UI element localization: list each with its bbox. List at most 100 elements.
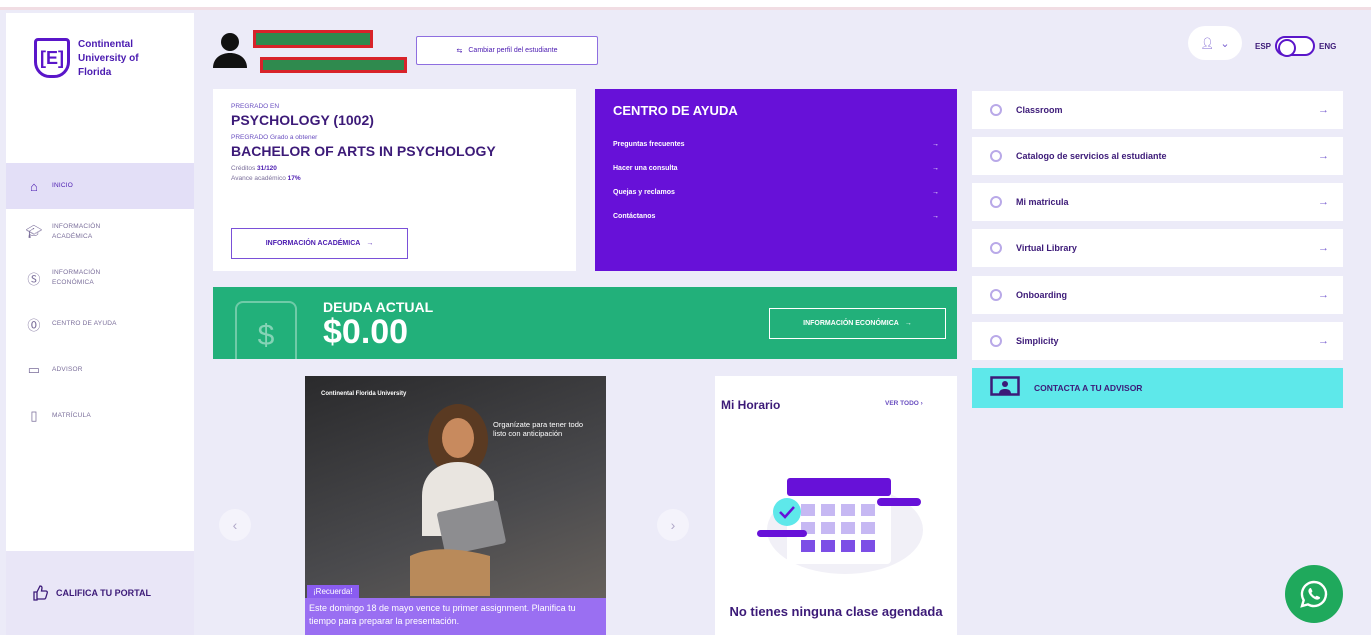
university-logo[interactable]: [E] Continental University of Florida <box>34 38 150 80</box>
help-link-query[interactable]: Hacer una consulta → <box>613 156 939 180</box>
help-center-card: CENTRO DE AYUDA Preguntas frecuentes → Ha… <box>595 89 957 271</box>
chevron-right-icon: › <box>920 400 923 407</box>
pregrado-label: PREGRADO EN <box>231 103 280 110</box>
redacted-name <box>253 30 373 48</box>
arrow-right-icon: → <box>932 164 939 172</box>
help-link-faq[interactable]: Preguntas frecuentes → <box>613 132 939 156</box>
sidebar-item-advisor[interactable]: ▭ ADVISOR <box>6 347 194 393</box>
link-label: Mi matricula <box>1016 197 1069 207</box>
link-simplicity[interactable]: Simplicity → <box>972 322 1343 360</box>
progress-label: Avance académico <box>231 175 286 182</box>
link-label: Classroom <box>1016 105 1063 115</box>
sidebar-item-label: INFORMACIÓN ECONÓMICA <box>52 269 101 286</box>
help-link-contact[interactable]: Contáctanos → <box>613 204 939 228</box>
switch-profile-label: Cambiar perfil del estudiante <box>468 47 558 54</box>
sidebar-item-matricula[interactable]: ▯ MATRÍCULA <box>6 393 194 439</box>
promo-banner[interactable]: Continental Florida University Organízat… <box>305 376 606 635</box>
arrow-right-icon: → <box>1318 150 1329 162</box>
swap-icon: ⇆ <box>456 47 463 55</box>
academic-info-button[interactable]: INFORMACIÓN ACADÉMICA → <box>231 228 408 259</box>
calendar-illustration <box>757 478 923 574</box>
whatsapp-chat-button[interactable] <box>1285 565 1343 623</box>
link-catalogo-servicios[interactable]: Catalogo de servicios al estudiante → <box>972 137 1343 175</box>
user-avatar-icon <box>213 33 247 68</box>
help-link-label: Preguntas frecuentes <box>613 140 685 148</box>
redacted-id <box>260 57 407 73</box>
program-card: PREGRADO EN PSYCHOLOGY (1002) PREGRADO G… <box>213 89 576 271</box>
debt-amount: $0.00 <box>323 313 409 351</box>
link-classroom[interactable]: Classroom → <box>972 91 1343 129</box>
language-switch: ESP ENG <box>1255 36 1337 57</box>
economic-info-label: INFORMACIÓN ECONÓMICA <box>803 320 899 327</box>
dollar-circle-icon: ⓢ <box>27 271 41 287</box>
help-link-label: Hacer una consulta <box>613 164 678 172</box>
globe-icon <box>990 335 1002 347</box>
progress-stat: Avance académico 17% <box>231 175 558 182</box>
sidebar-item-centro-de-ayuda[interactable]: ⓪ CENTRO DE AYUDA <box>6 301 194 347</box>
carousel-prev-button[interactable]: ‹ <box>219 509 251 541</box>
link-label: Catalogo de servicios al estudiante <box>1016 151 1167 161</box>
schedule-title: Mi Horario <box>721 398 781 412</box>
arrow-right-icon: → <box>1318 104 1329 116</box>
question-circle-icon: ⓪ <box>27 317 41 333</box>
view-all-label: VER TODO <box>885 400 919 407</box>
chevron-left-icon: ‹ <box>232 517 238 533</box>
arrow-right-icon: → <box>932 188 939 196</box>
view-all-link[interactable]: VER TODO › <box>885 400 923 407</box>
sidebar-item-label: CENTRO DE AYUDA <box>52 320 117 327</box>
sidebar-item-label: MATRÍCULA <box>52 412 91 419</box>
switch-profile-button[interactable]: ⇆ Cambiar perfil del estudiante <box>416 36 598 65</box>
arrow-right-icon: → <box>1318 335 1329 347</box>
credits-value: 31/120 <box>257 165 277 172</box>
help-link-label: Quejas y reclamos <box>613 188 675 196</box>
grado-label: PREGRADO Grado a obtener <box>231 134 318 141</box>
rate-portal-button[interactable]: CALIFICA TU PORTAL <box>6 551 194 635</box>
contact-advisor-label: CONTACTA A TU ADVISOR <box>1034 383 1143 393</box>
schedule-card: Mi Horario VER TODO › No tienes ninguna … <box>715 376 957 635</box>
link-label: Virtual Library <box>1016 243 1077 253</box>
sidebar-item-inicio[interactable]: ⌂ INICIO <box>6 163 194 209</box>
carousel-next-button[interactable]: › <box>657 509 689 541</box>
logo-mark: [E] <box>34 38 70 78</box>
rate-portal-label: CALIFICA TU PORTAL <box>56 588 151 598</box>
arrow-right-icon: → <box>904 320 912 327</box>
credits-label: Créditos <box>231 165 256 172</box>
globe-icon <box>990 150 1002 162</box>
promo-footer-text: Este domingo 18 de mayo vence tu primer … <box>305 598 606 635</box>
promo-note: Organízate para tener todo listo con ant… <box>493 420 584 438</box>
dollar-bill-icon: $ <box>235 301 297 359</box>
contact-advisor-button[interactable]: CONTACTA A TU ADVISOR <box>972 368 1343 408</box>
help-title: CENTRO DE AYUDA <box>613 103 738 118</box>
sidebar-item-informacion-economica[interactable]: ⓢ INFORMACIÓN ECONÓMICA <box>6 255 194 301</box>
language-toggle[interactable] <box>1275 36 1316 57</box>
schedule-empty-message: No tienes ninguna clase agendada <box>729 604 943 619</box>
grado-value: BACHELOR OF ARTS IN PSYCHOLOGY <box>231 143 496 159</box>
user-menu-button[interactable]: 👤︎ ⌄ <box>1188 26 1242 60</box>
help-link-complaints[interactable]: Quejas y reclamos → <box>613 180 939 204</box>
arrow-right-icon: → <box>932 140 939 148</box>
chevron-down-icon: ⌄ <box>1220 37 1230 50</box>
sidebar-item-informacion-academica[interactable]: 🎓︎ INFORMACIÓN ACADÉMICA <box>6 209 194 255</box>
user-icon: 👤︎ <box>1200 37 1215 50</box>
sidebar-item-label: INFORMACIÓN ACADÉMICA <box>52 223 101 240</box>
home-icon: ⌂ <box>29 178 39 194</box>
link-virtual-library[interactable]: Virtual Library → <box>972 229 1343 267</box>
link-onboarding[interactable]: Onboarding → <box>972 276 1343 314</box>
credits-stat: Créditos 31/120 <box>231 165 558 172</box>
top-border <box>0 0 1371 10</box>
progress-value: 17% <box>287 175 301 182</box>
chevron-right-icon: › <box>670 517 676 533</box>
document-icon: ▯ <box>30 408 38 423</box>
link-mi-matricula[interactable]: Mi matricula → <box>972 183 1343 221</box>
arrow-right-icon: → <box>1318 242 1329 254</box>
whatsapp-icon <box>1300 580 1328 608</box>
arrow-right-icon: → <box>932 212 939 220</box>
link-label: Onboarding <box>1016 290 1067 300</box>
globe-icon <box>990 242 1002 254</box>
sidebar-item-label: ADVISOR <box>52 366 83 373</box>
economic-info-button[interactable]: INFORMACIÓN ECONÓMICA → <box>769 308 946 339</box>
arrow-right-icon: → <box>1318 289 1329 301</box>
monitor-user-icon <box>990 376 1020 396</box>
graduation-cap-icon: 🎓︎ <box>25 224 43 239</box>
lang-eng-label: ENG <box>1319 41 1337 51</box>
